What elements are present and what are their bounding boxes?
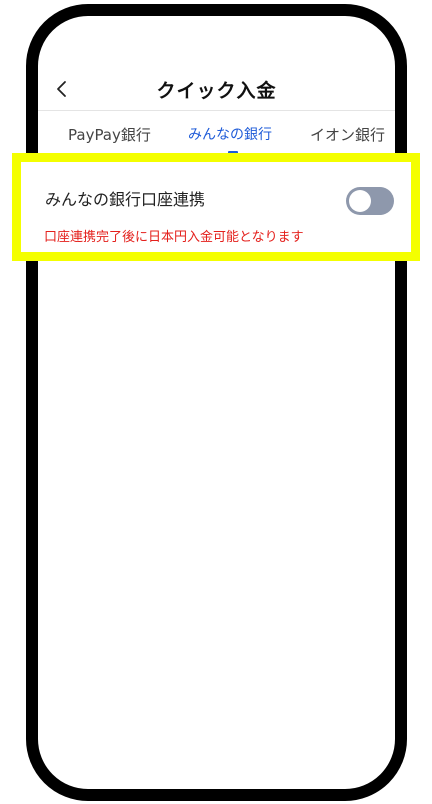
tab-minna-bank[interactable]: みんなの銀行 [188, 124, 272, 144]
page-title: クイック入金 [156, 80, 277, 102]
account-link-label: みんなの銀行口座連携 [45, 190, 206, 209]
phone-frame: クイック入金 PayPay銀行 みんなの銀行 イオン銀行 [26, 4, 407, 801]
account-link-toggle[interactable] [346, 187, 394, 215]
tab-paypay-bank[interactable]: PayPay銀行 [68, 124, 151, 145]
tab-aeon-bank[interactable]: イオン銀行 [310, 124, 385, 145]
account-link-section: みんなの銀行口座連携 口座連携完了後に日本円入金可能となります [12, 153, 420, 261]
bank-tabs: PayPay銀行 みんなの銀行 イオン銀行 [38, 112, 395, 158]
toggle-knob [349, 190, 371, 212]
header-divider [38, 110, 395, 111]
nav-header: クイック入金 [38, 70, 395, 110]
account-link-note: 口座連携完了後に日本円入金可能となります [44, 230, 304, 245]
